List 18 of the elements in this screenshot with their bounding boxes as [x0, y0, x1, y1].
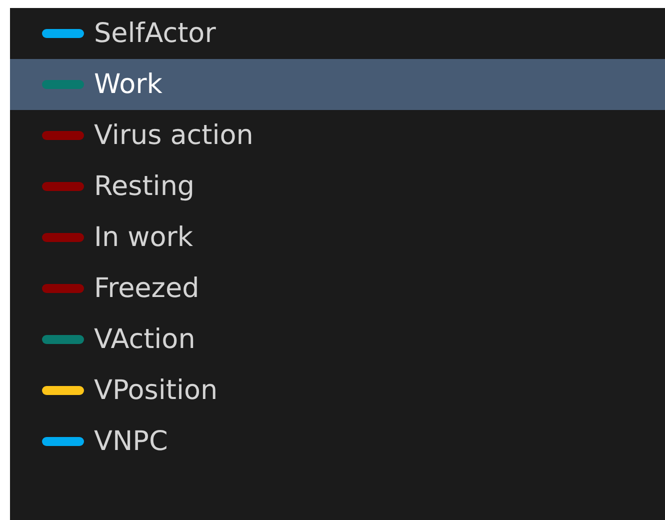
item-label: VNPC — [94, 426, 168, 456]
item-label: Virus action — [94, 120, 254, 150]
list-item[interactable]: SelfActor — [10, 8, 665, 59]
item-label: Work — [94, 70, 162, 100]
item-label: VAction — [94, 324, 196, 354]
list-item[interactable]: Virus action — [10, 110, 665, 161]
list-item[interactable]: Work — [10, 59, 665, 110]
item-label: SelfActor — [94, 18, 216, 48]
item-label: In work — [94, 222, 193, 252]
list-item[interactable]: Freezed — [10, 263, 665, 314]
list-item[interactable]: VPosition — [10, 365, 665, 416]
item-label: VPosition — [94, 376, 218, 406]
list-item[interactable]: Resting — [10, 161, 665, 212]
list-item[interactable]: VAction — [10, 314, 665, 365]
list-item[interactable]: VNPC — [10, 416, 665, 467]
item-label: Freezed — [94, 274, 200, 304]
item-label: Resting — [94, 172, 195, 202]
list-item[interactable]: In work — [10, 212, 665, 263]
